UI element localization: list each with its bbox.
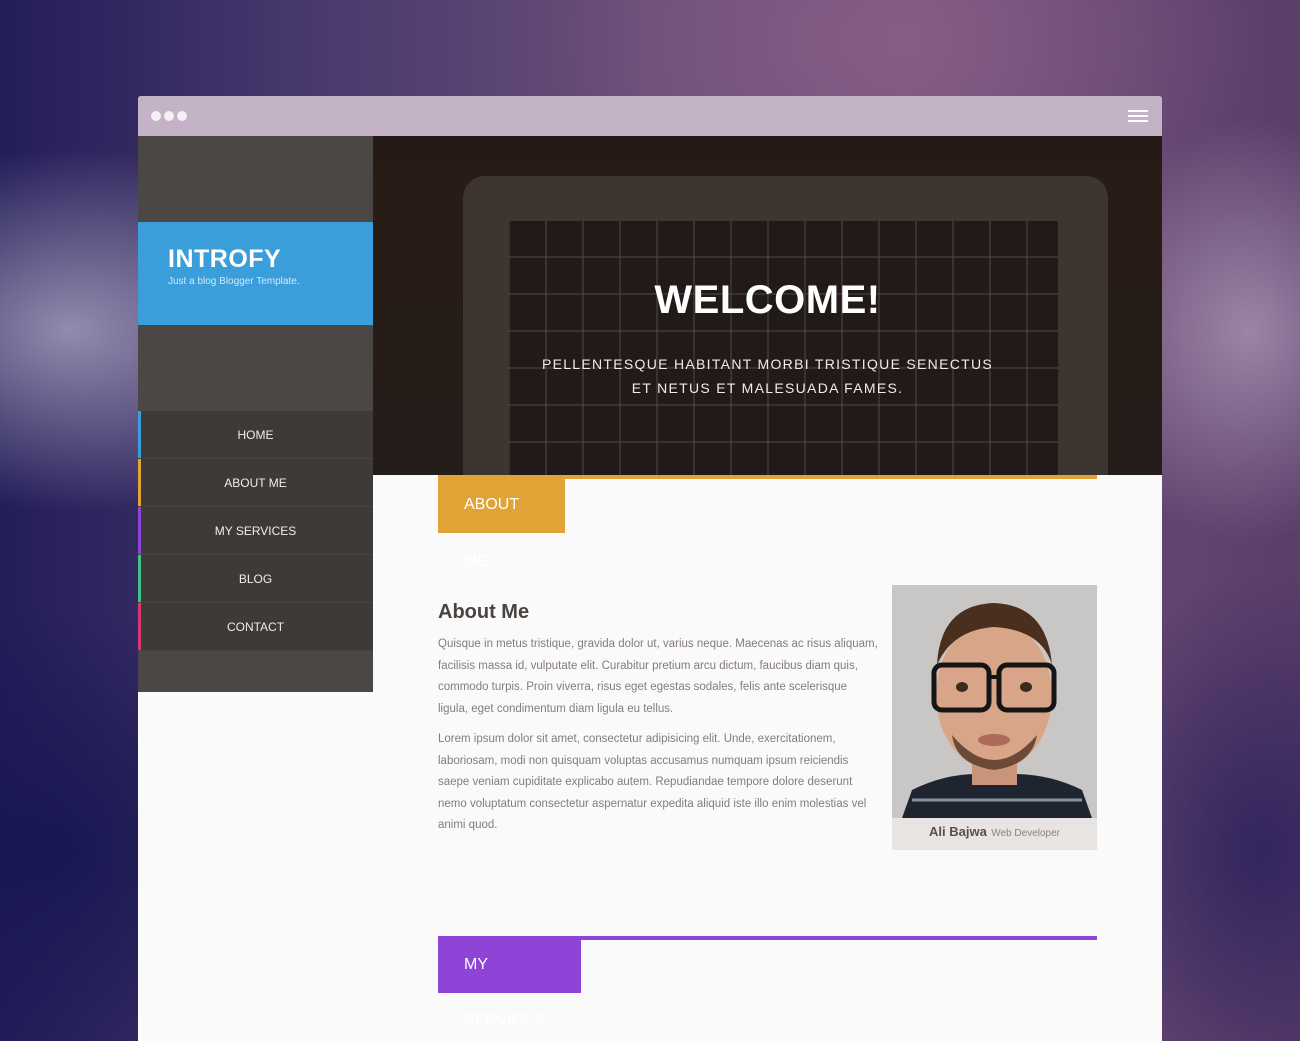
hero-banner: WELCOME! PELLENTESQUE HABITANT MORBI TRI…: [373, 136, 1162, 475]
window-dot-icon[interactable]: [177, 111, 187, 121]
nav-item-label: MY SERVICES: [214, 524, 297, 538]
profile-portrait-icon: [892, 585, 1097, 818]
nav-accent-bar: [138, 459, 141, 506]
nav-item-blog[interactable]: BLOG: [138, 555, 373, 603]
about-paragraph: Lorem ipsum dolor sit amet, consectetur …: [438, 733, 867, 831]
window-controls: [151, 111, 187, 121]
about-section-tab[interactable]: ABOUT ME: [438, 476, 565, 570]
profile-caption: Ali Bajwa Web Developer: [892, 823, 1097, 841]
nav-item-label: HOME: [237, 428, 274, 442]
nav-item-about-me[interactable]: ABOUT ME: [138, 459, 373, 507]
about-heading: About Me: [438, 601, 530, 623]
nav-accent-bar: [138, 411, 141, 458]
hero-subtitle-line: PELLENTESQUE HABITANT MORBI TRISTIQUE SE…: [541, 356, 994, 372]
nav-accent-bar: [138, 555, 141, 602]
nav-item-label: ABOUT ME: [224, 476, 287, 490]
window-dot-icon[interactable]: [164, 111, 174, 121]
sidebar: INTROFY Just a blog Blogger Template. HO…: [138, 136, 373, 692]
site-title[interactable]: INTROFY: [168, 244, 373, 274]
browser-window: INTROFY Just a blog Blogger Template. HO…: [138, 96, 1162, 1041]
about-paragraph: Quisque in metus tristique, gravida dolo…: [438, 638, 878, 715]
hero-subtitle: PELLENTESQUE HABITANT MORBI TRISTIQUE SE…: [373, 352, 1162, 400]
profile-name: Ali Bajwa: [929, 824, 987, 839]
services-section-tab[interactable]: MY SERVICES: [438, 937, 581, 1029]
profile-role: Web Developer: [991, 828, 1060, 839]
nav-accent-bar: [138, 507, 141, 554]
nav-accent-bar: [138, 603, 141, 650]
profile-card: Ali Bajwa Web Developer: [892, 585, 1097, 850]
nav-item-label: CONTACT: [226, 620, 285, 634]
brand-block: INTROFY Just a blog Blogger Template.: [138, 222, 373, 325]
hero-subtitle-line: ET NETUS ET MALESUADA FAMES.: [631, 380, 904, 396]
hero-title: WELCOME!: [654, 278, 881, 322]
window-titlebar: [138, 96, 1162, 136]
window-dot-icon[interactable]: [151, 111, 161, 121]
nav-item-label: BLOG: [238, 572, 273, 586]
nav-item-contact[interactable]: CONTACT: [138, 603, 373, 651]
hamburger-menu-icon[interactable]: [1128, 110, 1148, 123]
nav-item-my-services[interactable]: MY SERVICES: [138, 507, 373, 555]
site-tagline: Just a blog Blogger Template.: [168, 276, 300, 287]
profile-photo: [892, 585, 1097, 818]
main-nav: HOME ABOUT ME MY SERVICES BLOG CONTACT: [138, 411, 373, 651]
nav-item-home[interactable]: HOME: [138, 411, 373, 459]
